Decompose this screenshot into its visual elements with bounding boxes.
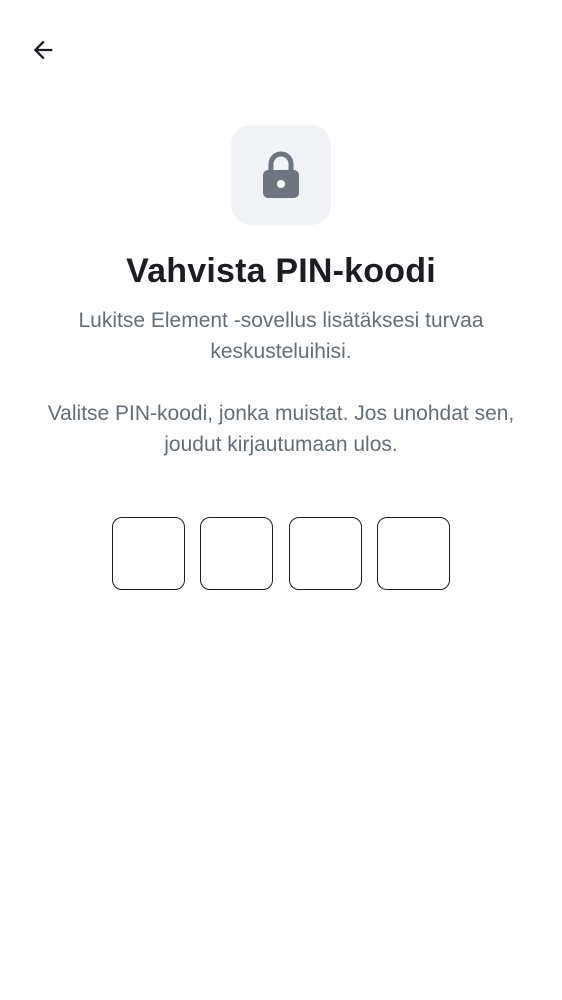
- pin-input-row: [112, 517, 450, 592]
- back-button[interactable]: [23, 30, 63, 70]
- description-security: Lukitse Element -sovellus lisätäksesi tu…: [78, 309, 484, 363]
- description-pin-warning: Valitse PIN-koodi, jonka muistat. Jos un…: [47, 402, 515, 456]
- pin-digit-3[interactable]: [288, 517, 362, 590]
- pin-digit-2[interactable]: [200, 517, 274, 590]
- pin-digit-1[interactable]: [112, 517, 185, 590]
- lock-icon: [263, 151, 299, 198]
- lock-tile: [231, 125, 331, 225]
- arrow-left-icon: [33, 40, 53, 60]
- pin-digit-4[interactable]: [376, 517, 450, 590]
- page-title: Vahvista PIN-koodi: [126, 252, 436, 290]
